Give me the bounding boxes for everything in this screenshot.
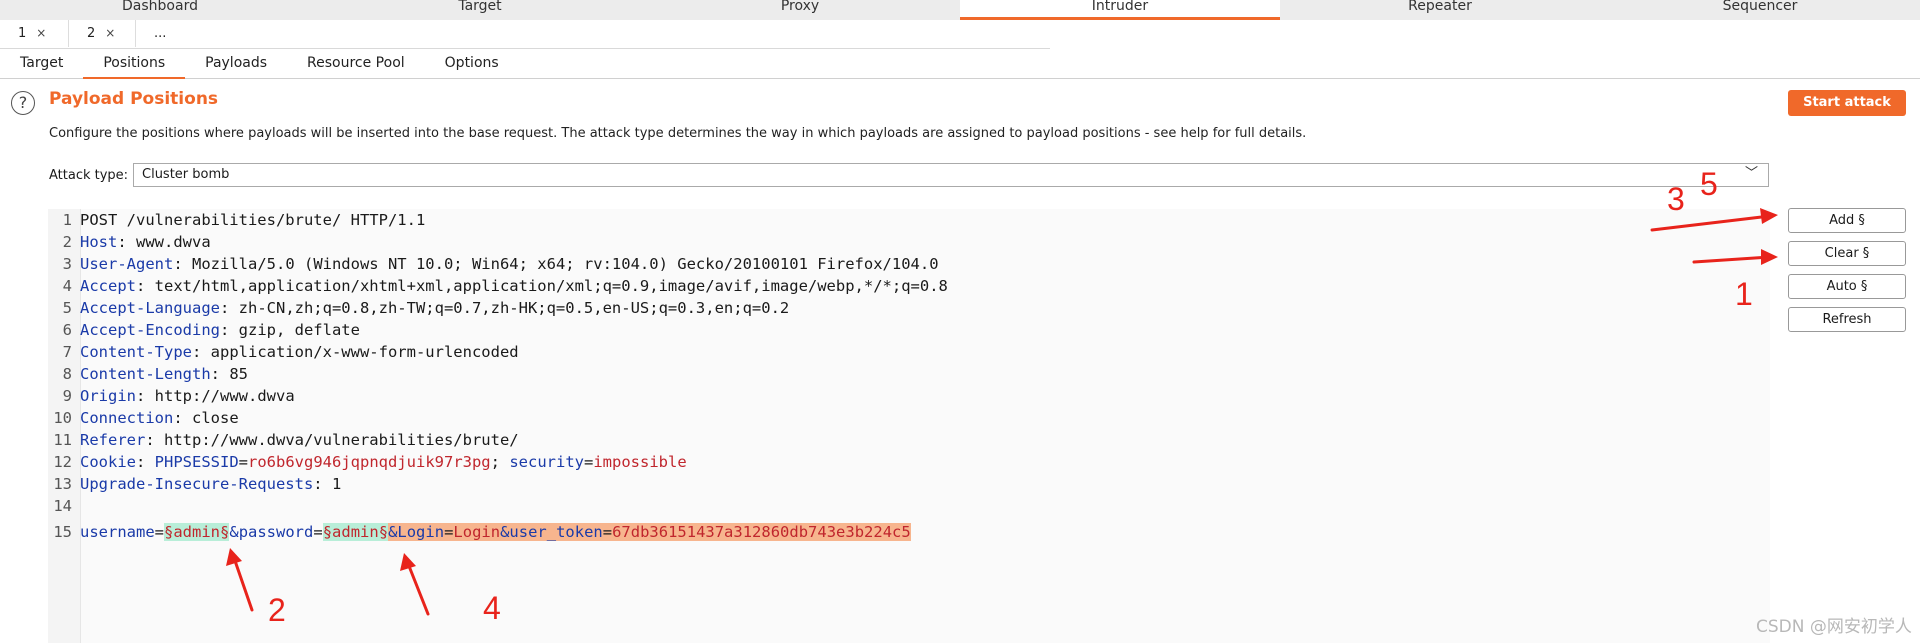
annotation-label: 1	[1735, 276, 1753, 312]
annotation-arrows	[226, 208, 1778, 616]
annotation-label: 2	[268, 592, 286, 628]
annotation-label: 4	[483, 590, 501, 626]
arrow-head	[1761, 249, 1778, 265]
arrow-head	[400, 553, 416, 571]
arrow-head	[1760, 208, 1778, 224]
annotation-label: 5	[1700, 166, 1718, 202]
annotation-label: 3	[1667, 181, 1685, 217]
annotation-arrow	[405, 559, 430, 616]
annotation-arrow	[1692, 255, 1772, 264]
watermark: CSDN @网安初学人	[1756, 617, 1912, 637]
annotation-arrow	[231, 553, 254, 612]
arrow-head	[226, 548, 242, 566]
annotation-arrow	[1650, 214, 1772, 232]
